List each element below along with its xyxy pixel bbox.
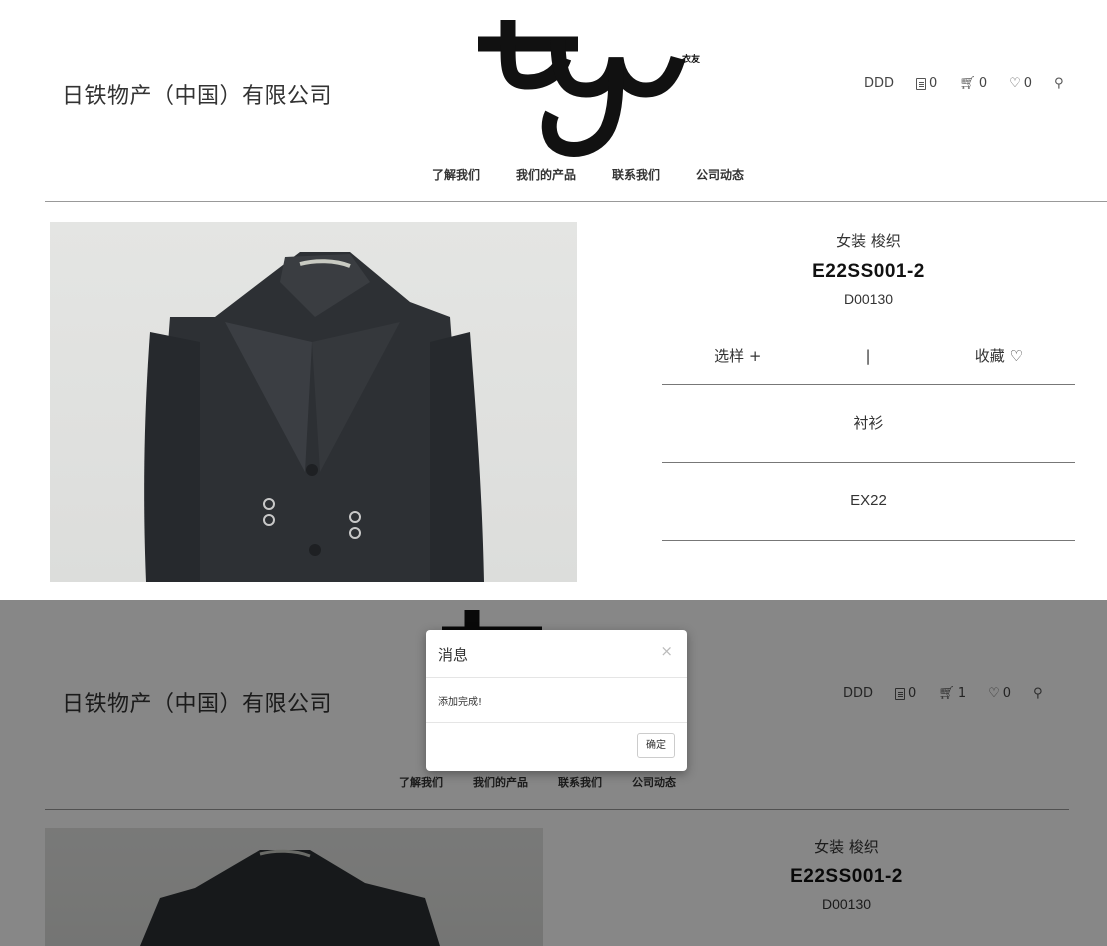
dialog-title: 消息 (438, 646, 469, 664)
header-toolbar: DDD 0 🛒︎ 0 ♡ 0 ⚲ (864, 76, 1067, 91)
screenshot-after: 日铁物产（中国）有限公司 衣友 DDD 0 🛒︎1 ♡0 ⚲ 了解我们 我们的产… (0, 600, 1107, 946)
close-icon[interactable]: × (660, 642, 673, 660)
product-sub-code: D00130 (843, 291, 894, 307)
product-info: 女装 梭织 E22SS001-2 D00130 选样 + | 收藏 ♡ 衬衫 E… (662, 230, 1075, 541)
actions-separator: | (865, 346, 871, 365)
screenshot-gap (0, 582, 1107, 600)
product-type-row: 衬衫 (662, 385, 1075, 463)
search-icon: ⚲ (1054, 76, 1064, 91)
header-divider (45, 201, 1107, 202)
document-icon (916, 77, 927, 90)
dialog-message: 添加完成! (438, 697, 483, 708)
search-button[interactable]: ⚲ (1054, 76, 1067, 91)
nav-contact[interactable]: 联系我们 (612, 166, 660, 183)
favorites-link[interactable]: ♡ 0 (1009, 76, 1032, 91)
user-link[interactable]: DDD (864, 76, 894, 91)
product-code: E22SS001-2 (812, 261, 925, 282)
cart-count: 0 (978, 76, 988, 91)
nav-about[interactable]: 了解我们 (432, 166, 480, 183)
product-actions: 选样 + | 收藏 ♡ (662, 345, 1075, 385)
logo-mark: 衣友 (478, 20, 700, 157)
favorite-button[interactable]: 收藏 ♡ (975, 345, 1023, 366)
nav-news[interactable]: 公司动态 (696, 166, 744, 183)
company-name[interactable]: 日铁物产（中国）有限公司 (62, 78, 332, 110)
dialog-footer: 确定 (426, 723, 687, 770)
message-dialog: 消息 × 添加完成! 确定 (426, 630, 687, 771)
documents-link[interactable]: 0 (916, 76, 937, 91)
brand-logo[interactable]: 衣友 (468, 10, 718, 180)
jacket-image (144, 252, 484, 582)
main-nav: 了解我们 我们的产品 联系我们 公司动态 (432, 166, 744, 183)
favorites-count: 0 (1023, 76, 1033, 91)
dialog-body: 添加完成! (426, 678, 687, 723)
confirm-button[interactable]: 确定 (637, 733, 675, 758)
cart-icon: 🛒︎ (959, 76, 976, 91)
user-name: DDD (864, 76, 895, 91)
product-category: 女装 梭织 (836, 232, 901, 250)
documents-count: 0 (929, 76, 938, 91)
nav-products[interactable]: 我们的产品 (516, 166, 576, 183)
cart-link[interactable]: 🛒︎ 0 (959, 76, 987, 91)
select-sample-button[interactable]: 选样 + (714, 345, 761, 366)
heart-icon: ♡ (1009, 76, 1021, 91)
product-photo[interactable] (50, 222, 577, 582)
product-series-row: EX22 (662, 463, 1075, 541)
screenshot-before: 日铁物产（中国）有限公司 衣友 DDD 0 🛒︎ 0 ♡ 0 ⚲ 了解我们 我们的产… (0, 0, 1107, 582)
logo-tagline: 衣友 (682, 53, 700, 65)
dialog-header: 消息 × (426, 630, 687, 678)
